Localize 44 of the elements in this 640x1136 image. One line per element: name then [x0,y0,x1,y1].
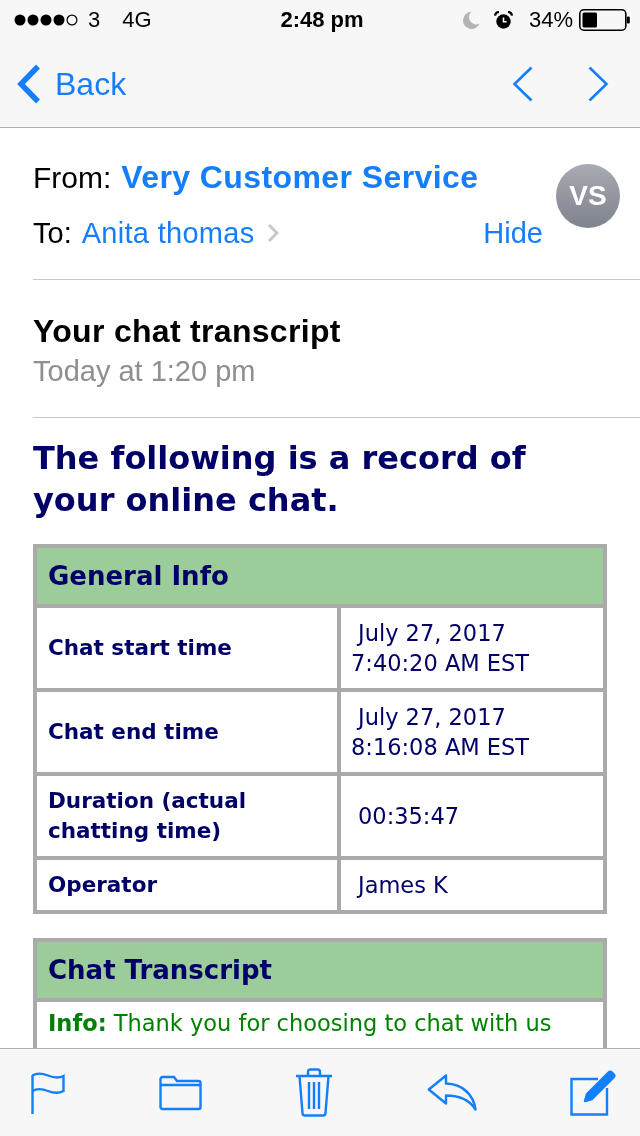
network-label: 4G [122,7,152,33]
next-message-button[interactable] [588,65,609,102]
chevron-left-icon [512,65,533,102]
body-heading: The following is a record of your online chat. [33,438,527,521]
field-value: James K [339,858,605,912]
chevron-right-icon [588,65,609,102]
battery-icon [579,9,630,31]
field-label: Operator [35,858,339,912]
recipient-link[interactable]: Anita thomas [81,213,255,253]
field-label: Chat end time [35,690,339,774]
reply-button[interactable] [426,1074,477,1111]
email-date: Today at 1:20 pm [33,354,257,388]
trash-icon [295,1068,333,1117]
trash-button[interactable] [295,1068,333,1117]
carrier-label: 3 [88,7,101,33]
hide-link[interactable]: Hide [483,213,543,253]
field-label: Chat start time [35,606,339,690]
alarm-clock-icon [493,10,513,30]
email-subject: Your chat transcript [33,312,342,350]
signal-icon [14,14,78,26]
compose-icon [570,1069,616,1116]
folder-icon [158,1074,202,1111]
reply-arrow-icon [426,1074,477,1111]
previous-message-button[interactable] [512,65,533,102]
from-label: From: [33,161,112,194]
compose-button[interactable] [570,1069,616,1116]
field-label: Duration (actual chatting time) [35,774,339,858]
flag-button[interactable] [31,1071,65,1114]
moon-icon [461,10,480,30]
field-value: July 27, 2017 7:40:20 AM EST [339,606,605,690]
section-heading: General Info [35,546,605,606]
chevron-left-icon [17,63,41,104]
battery-percent: 34% [528,7,573,33]
field-value: July 27, 2017 8:16:08 AM EST [339,690,605,774]
section-heading: Chat Transcript [35,940,605,1000]
chevron-right-icon [266,223,279,243]
flag-icon [31,1071,65,1114]
sender-name-link[interactable]: Very Customer Service [121,159,479,195]
status-time: 2:48 pm [280,7,364,33]
back-button[interactable]: Back [17,63,127,104]
avatar: VS [556,164,620,228]
to-label: To: [33,216,72,251]
folder-button[interactable] [158,1074,202,1111]
field-value: 00:35:47 [339,774,605,858]
